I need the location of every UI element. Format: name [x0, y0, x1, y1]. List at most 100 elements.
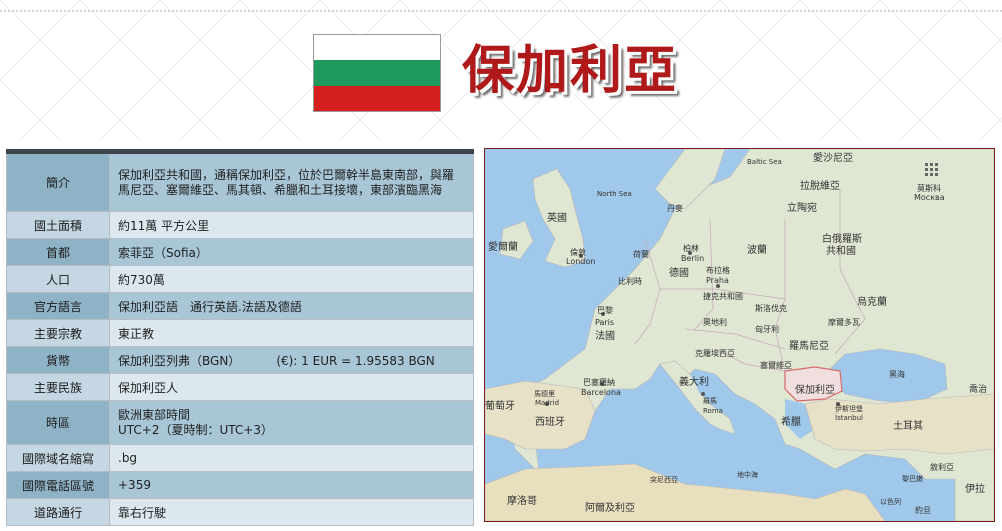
label-moscow: Москва — [914, 193, 945, 202]
label-prague-zh: 布拉格 — [706, 265, 730, 275]
label-moscow-zh: 莫斯科 — [917, 183, 941, 193]
table-row-driving: 道路通行 靠右行駛 — [6, 498, 474, 526]
row-label: 道路通行 — [6, 498, 110, 526]
label-romania: 羅馬尼亞 — [789, 340, 829, 352]
label-london-zh: 倫敦 — [570, 247, 586, 257]
label-denmark: 丹麥 — [667, 203, 683, 213]
flag-white-stripe — [314, 35, 440, 61]
label-georgia: 喬治 — [969, 383, 987, 395]
label-berlin: Berlin — [681, 254, 704, 263]
label-lithuania: 立陶宛 — [787, 201, 817, 214]
label-netherlands: 荷蘭 — [633, 249, 649, 259]
label-madrid: Madrid — [535, 399, 559, 407]
table-row-language: 官方語言 保加利亞語 通行英語.法語及德語 — [6, 292, 474, 320]
label-black-sea: 黑海 — [889, 369, 905, 379]
label-tunisia: 突尼西亞 — [650, 475, 678, 484]
table-row-calling-code: 國際電話區號 +359 — [6, 471, 474, 499]
row-label: 主要民族 — [6, 373, 110, 401]
row-label: 國際電話區號 — [6, 471, 110, 499]
row-label: 國際域名縮寫 — [6, 444, 110, 472]
table-row-intro: 簡介 保加利亞共和國，通稱保加利亞，位於巴爾幹半島東南部，與羅馬尼亞、塞爾維亞、… — [6, 149, 474, 212]
row-label: 主要宗教 — [6, 319, 110, 347]
label-ukraine: 烏克蘭 — [857, 295, 887, 308]
label-france: 法國 — [595, 329, 615, 342]
currency-rate: (€): 1 EUR = 1.95583 BGN — [276, 353, 435, 368]
row-value: 保加利亞共和國，通稱保加利亞，位於巴爾幹半島東南部，與羅馬尼亞、塞爾維亞、馬其頓… — [109, 149, 474, 212]
label-rome: Roma — [703, 407, 723, 415]
label-estonia: 愛沙尼亞 — [813, 151, 853, 164]
row-label: 首都 — [6, 238, 110, 266]
label-morocco: 摩洛哥 — [507, 494, 537, 507]
label-portugal: 葡萄牙 — [485, 399, 515, 412]
label-prague: Praha — [706, 276, 729, 285]
label-germany: 德國 — [669, 266, 689, 279]
label-hungary: 匈牙利 — [755, 324, 779, 334]
moscow-metro-icon — [925, 163, 938, 176]
europe-map[interactable]: Baltic Sea North Sea 愛沙尼亞 拉脫維亞 立陶宛 莫斯科 М… — [484, 148, 995, 522]
row-value: 保加利亞列弗（BGN） (€): 1 EUR = 1.95583 BGN — [109, 346, 474, 374]
label-barcelona-zh: 巴塞羅納 — [583, 377, 615, 387]
label-czech: 捷克共和國 — [703, 291, 743, 301]
label-spain: 西班牙 — [535, 416, 565, 428]
label-berlin-zh: 柏林 — [683, 243, 699, 253]
row-value: 約730萬 — [109, 265, 474, 293]
label-italy: 義大利 — [679, 375, 709, 388]
label-iraq: 伊拉 — [965, 482, 985, 495]
label-syria: 敘利亞 — [930, 462, 954, 472]
label-bulgaria: 保加利亞 — [795, 383, 835, 396]
label-algeria: 阿爾及利亞 — [585, 502, 635, 514]
row-label: 時區 — [6, 400, 110, 445]
flag-green-stripe — [314, 60, 440, 86]
label-istanbul-zh: 伊斯坦堡 — [835, 404, 863, 413]
label-latvia: 拉脫維亞 — [800, 179, 840, 192]
top-dotted-rule — [0, 10, 1002, 12]
table-row-currency: 貨幣 保加利亞列弗（BGN） (€): 1 EUR = 1.95583 BGN — [6, 346, 474, 374]
page-title: 保加利亞 — [462, 41, 679, 101]
label-poland: 波蘭 — [747, 243, 767, 256]
row-value: 索菲亞（Sofia） — [109, 238, 474, 266]
label-lebanon: 黎巴嫩 — [902, 474, 923, 483]
label-uk: 英國 — [547, 211, 567, 224]
label-ireland: 愛爾蘭 — [488, 240, 518, 253]
label-istanbul: İstanbul — [835, 413, 863, 422]
row-label: 貨幣 — [6, 346, 110, 374]
row-label: 國土面積 — [6, 211, 110, 239]
label-belarus-line2: 共和國 — [826, 245, 856, 257]
label-barcelona: Barcelona — [581, 388, 621, 397]
label-israel: 以色列 — [880, 497, 901, 506]
label-north-sea: North Sea — [597, 190, 632, 198]
label-madrid-zh: 馬德里 — [534, 389, 555, 398]
row-value: 保加利亞人 — [109, 373, 474, 401]
label-croatia: 克羅埃西亞 — [695, 348, 735, 358]
table-row-tld: 國際域名縮寫 .bg — [6, 444, 474, 472]
table-row-capital: 首都 索菲亞（Sofia） — [6, 238, 474, 266]
label-belgium: 比利時 — [618, 276, 642, 286]
timezone-line-1: 歐洲東部時間 — [118, 407, 191, 422]
row-label: 人口 — [6, 265, 110, 293]
map-canvas: Baltic Sea North Sea 愛沙尼亞 拉脫維亞 立陶宛 莫斯科 М… — [485, 149, 994, 521]
row-value: 靠右行駛 — [109, 498, 474, 526]
label-serbia: 塞爾維亞 — [760, 360, 792, 370]
table-row-timezone: 時區 歐洲東部時間 UTC+2（夏時制：UTC+3） — [6, 400, 474, 445]
label-paris-zh: 巴黎 — [597, 305, 613, 315]
label-paris: Paris — [595, 318, 614, 327]
label-greece: 希臘 — [781, 415, 801, 428]
currency-name: 保加利亞列弗（BGN） — [118, 353, 241, 368]
flag-red-stripe — [314, 85, 440, 111]
row-value: 約11萬 平方公里 — [109, 211, 474, 239]
timezone-line-2: UTC+2（夏時制：UTC+3） — [118, 422, 273, 437]
row-label: 官方語言 — [6, 292, 110, 320]
row-value: 東正教 — [109, 319, 474, 347]
label-baltic-sea: Baltic Sea — [747, 158, 782, 166]
label-austria: 奧地利 — [703, 317, 727, 327]
row-value: +359 — [109, 471, 474, 499]
row-value: .bg — [109, 444, 474, 472]
label-belarus-line1: 白俄羅斯 — [822, 232, 862, 245]
label-rome-zh: 羅馬 — [703, 397, 717, 405]
bulgaria-flag — [313, 34, 441, 112]
label-turkey: 土耳其 — [893, 419, 923, 432]
row-value: 歐洲東部時間 UTC+2（夏時制：UTC+3） — [109, 400, 474, 445]
row-label: 簡介 — [6, 149, 110, 212]
table-row-area: 國土面積 約11萬 平方公里 — [6, 211, 474, 239]
row-value: 保加利亞語 通行英語.法語及德語 — [109, 292, 474, 320]
